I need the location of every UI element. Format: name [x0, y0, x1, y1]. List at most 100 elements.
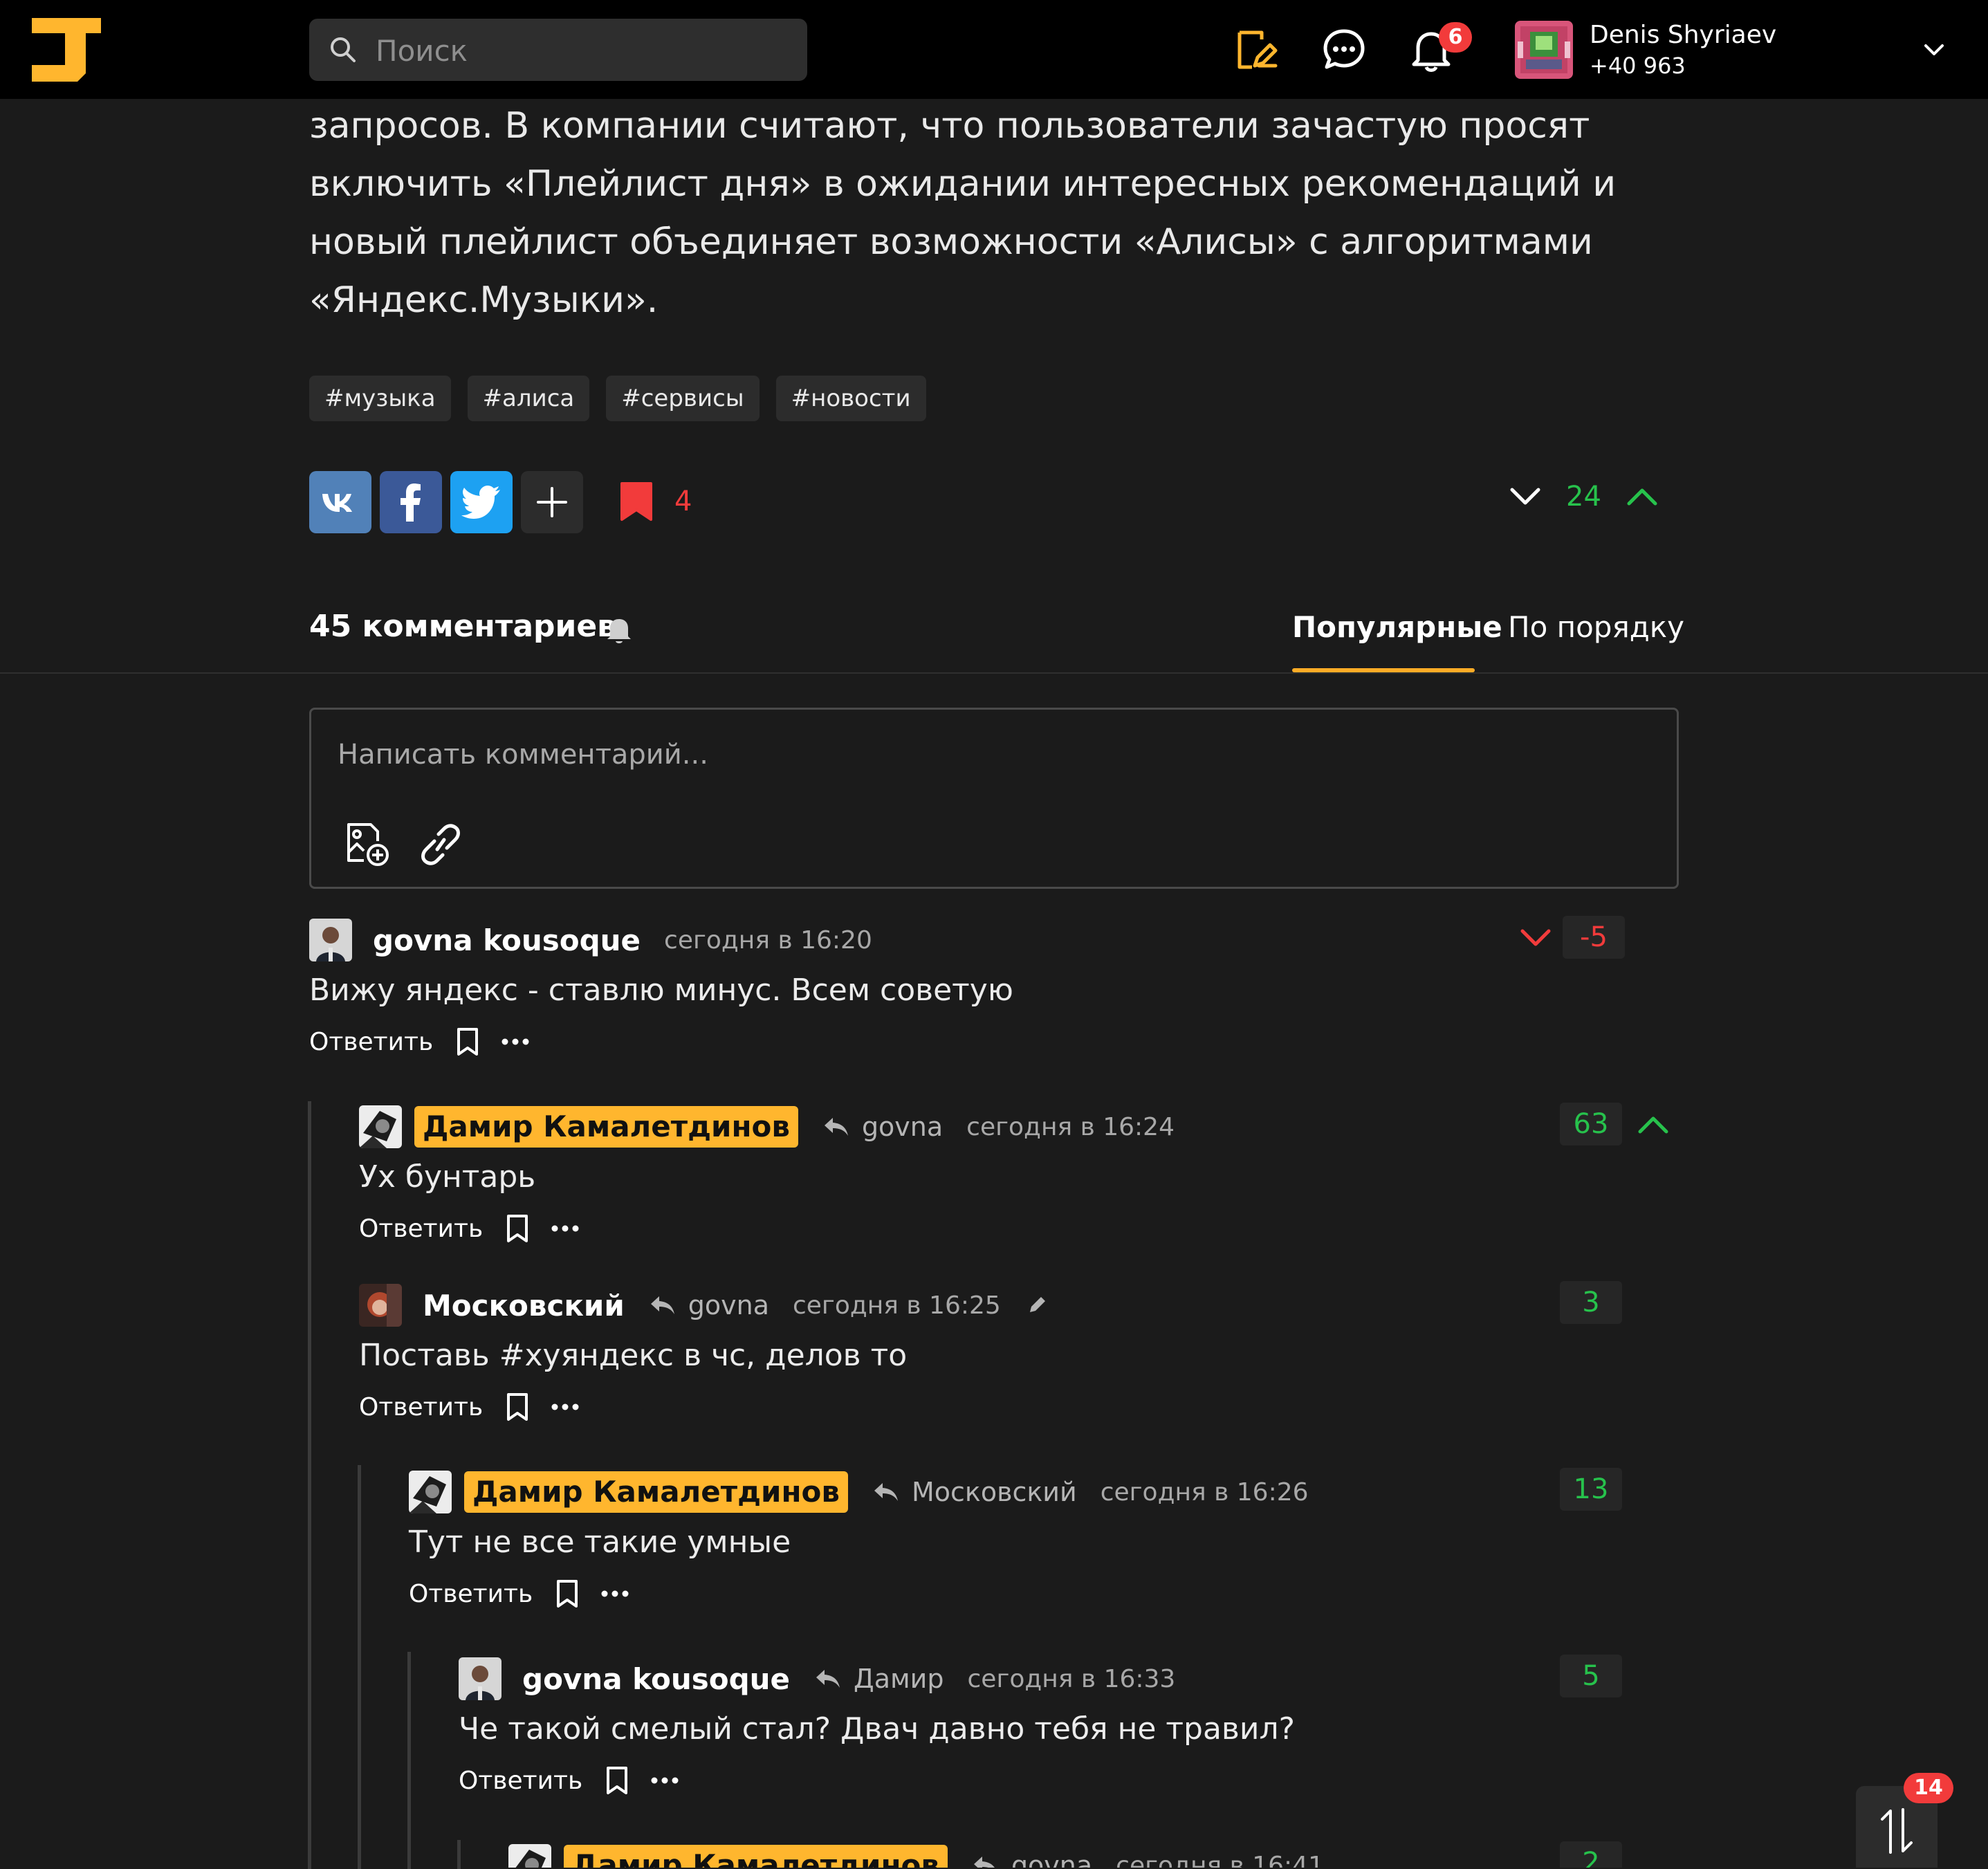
- comment-author[interactable]: govna kousoque: [522, 1662, 790, 1696]
- comment-header: Дамир Камалетдинов govna сегодня в 16:24: [359, 1103, 1175, 1151]
- vk-share-button[interactable]: [309, 471, 371, 533]
- tag-music[interactable]: #музыка: [309, 376, 451, 421]
- more-icon[interactable]: [551, 1403, 580, 1411]
- subscribe-bell-icon[interactable]: [606, 616, 632, 645]
- comment-time[interactable]: сегодня в 16:33: [968, 1665, 1176, 1693]
- comment-editor[interactable]: [309, 708, 1679, 889]
- reply-to[interactable]: Дамир: [815, 1664, 944, 1694]
- more-share-button[interactable]: [521, 471, 583, 533]
- bookmark-icon[interactable]: [605, 1765, 629, 1796]
- reply-to-name: govna: [861, 1112, 944, 1142]
- vk-icon: [322, 494, 352, 512]
- reply-to[interactable]: Московский: [873, 1477, 1077, 1507]
- messages-icon[interactable]: [1320, 26, 1368, 74]
- reply-button[interactable]: Ответить: [359, 1393, 483, 1421]
- reply-to[interactable]: govna: [823, 1112, 943, 1142]
- avatar[interactable]: [459, 1657, 501, 1700]
- new-comments-badge: 14: [1904, 1773, 1953, 1803]
- reply-to-name: Дамир: [854, 1664, 944, 1694]
- tab-popular[interactable]: Популярные: [1292, 610, 1502, 644]
- tag-alisa[interactable]: #алиса: [467, 376, 590, 421]
- thread-line-level-4: [457, 1840, 461, 1869]
- attach-image-icon[interactable]: [343, 820, 392, 869]
- thread-line-level-2: [358, 1465, 361, 1869]
- share-buttons: [309, 471, 583, 533]
- thread-line-level-1: [308, 1101, 311, 1869]
- comment-actions: Ответить: [359, 1213, 580, 1244]
- reply-arrow-icon: [874, 1483, 898, 1501]
- facebook-share-button[interactable]: [380, 471, 442, 533]
- comment-actions: Ответить: [309, 1026, 530, 1057]
- scroll-arrows-icon: [1881, 1808, 1913, 1854]
- tag-services[interactable]: #сервисы: [606, 376, 760, 421]
- more-icon[interactable]: [501, 1038, 530, 1046]
- comment-author[interactable]: Московский: [423, 1289, 625, 1323]
- comment-author[interactable]: Дамир Камалетдинов: [564, 1845, 948, 1868]
- edited-pencil-icon: [1029, 1297, 1045, 1312]
- user-avatar[interactable]: [1515, 21, 1573, 79]
- bookmark-icon[interactable]: [555, 1578, 580, 1609]
- comment-score: 5: [1560, 1655, 1622, 1697]
- bookmark-icon[interactable]: [505, 1392, 530, 1422]
- upvote-icon[interactable]: [1636, 1112, 1671, 1137]
- comment-author[interactable]: govna kousoque: [373, 923, 641, 957]
- avatar[interactable]: [309, 919, 352, 961]
- comment-score: 13: [1560, 1468, 1622, 1511]
- comment-header: Дамир Камалетдинов govna сегодня в 16:41: [508, 1841, 1324, 1868]
- bookmark-icon[interactable]: [505, 1213, 530, 1244]
- reply-button[interactable]: Ответить: [359, 1215, 483, 1243]
- comment: govna kousoque Дамир сегодня в 16:33 5 Ч…: [459, 1655, 1679, 1814]
- comments-count-title: 45 комментариев: [309, 609, 617, 644]
- tj-logo[interactable]: [32, 18, 101, 82]
- twitter-share-button[interactable]: [450, 471, 513, 533]
- user-name[interactable]: Denis Shyriaev: [1590, 21, 1776, 49]
- comment-text: Тут не все такие умные: [409, 1525, 791, 1560]
- reply-to-name: govna: [1011, 1850, 1093, 1868]
- more-icon[interactable]: [600, 1590, 629, 1598]
- reply-button[interactable]: Ответить: [309, 1028, 433, 1056]
- upvote-icon[interactable]: [1625, 483, 1659, 510]
- avatar[interactable]: [359, 1105, 402, 1148]
- comment-author[interactable]: Дамир Камалетдинов: [414, 1106, 798, 1148]
- comment-input[interactable]: [336, 737, 1639, 795]
- downvote-icon[interactable]: [1508, 483, 1543, 510]
- article-bookmark[interactable]: 4: [619, 481, 692, 522]
- downvote-icon[interactable]: [1518, 926, 1553, 950]
- more-icon[interactable]: [551, 1224, 580, 1233]
- reply-to[interactable]: govna: [973, 1850, 1092, 1868]
- link-icon[interactable]: [416, 823, 465, 866]
- search-box[interactable]: [309, 19, 807, 82]
- avatar[interactable]: [508, 1844, 551, 1868]
- avatar[interactable]: [409, 1471, 452, 1513]
- section-divider: [0, 672, 1988, 674]
- reply-arrow-icon: [973, 1857, 995, 1868]
- comment-time[interactable]: сегодня в 16:26: [1101, 1478, 1309, 1507]
- avatar[interactable]: [359, 1284, 402, 1327]
- comment-time[interactable]: сегодня в 16:24: [966, 1113, 1175, 1141]
- comment-time[interactable]: сегодня в 16:41: [1116, 1852, 1324, 1868]
- comment-author[interactable]: Дамир Камалетдинов: [464, 1471, 848, 1513]
- search-icon: [331, 37, 356, 62]
- comment-text: Поставь #хуяндекс в чс, делов то: [359, 1338, 908, 1373]
- comment-time[interactable]: сегодня в 16:25: [793, 1291, 1001, 1320]
- thread-line-level-3: [407, 1652, 411, 1869]
- more-icon[interactable]: [650, 1776, 679, 1785]
- write-post-icon[interactable]: [1231, 26, 1280, 74]
- tag-news[interactable]: #новости: [775, 376, 926, 421]
- bookmark-icon[interactable]: [455, 1026, 480, 1057]
- reply-to-name: Московский: [911, 1477, 1077, 1507]
- article-rating: 24: [1566, 481, 1601, 513]
- plus-icon: [537, 487, 567, 517]
- reply-arrow-icon: [650, 1296, 674, 1314]
- comment-time[interactable]: сегодня в 16:20: [664, 926, 872, 955]
- reply-to[interactable]: govna: [650, 1290, 769, 1320]
- comment-header: Московский govna сегодня в 16:25: [359, 1281, 1047, 1329]
- reply-arrow-icon: [816, 1670, 840, 1688]
- comment-text: Ух бунтарь: [359, 1159, 536, 1195]
- tab-chronological[interactable]: По порядку: [1508, 610, 1684, 644]
- comment-score: 3: [1560, 1281, 1622, 1324]
- search-input[interactable]: [374, 19, 792, 82]
- reply-button[interactable]: Ответить: [459, 1767, 582, 1795]
- reply-button[interactable]: Ответить: [409, 1580, 533, 1608]
- chevron-down-icon[interactable]: [1920, 36, 1948, 64]
